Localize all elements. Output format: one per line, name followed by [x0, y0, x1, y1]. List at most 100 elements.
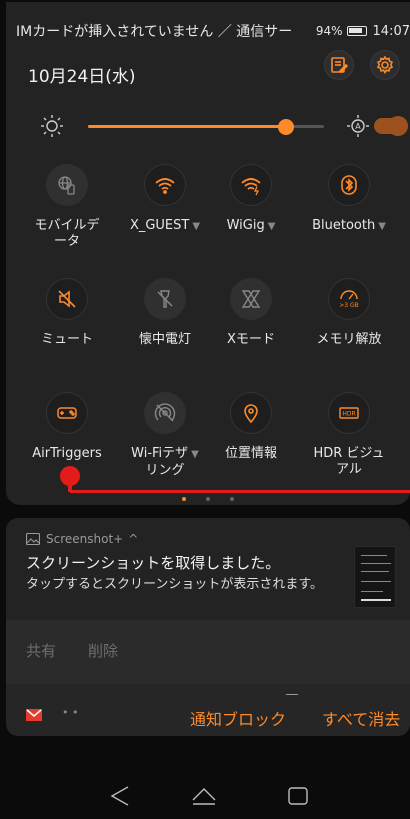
tile-wifi-tethering[interactable]: Wi-Fiテザ ▼ リング — [116, 392, 214, 496]
tile-memory[interactable]: >3 GB メモリ解放 — [300, 278, 398, 382]
thumb-line — [361, 599, 391, 601]
status-time: 14:07 — [372, 23, 410, 39]
page-dot — [206, 497, 210, 501]
date-text: 10月24日(水) — [28, 67, 136, 87]
tile-label: モバイルデ ータ — [18, 218, 116, 250]
expand-icon[interactable]: ^ — [128, 532, 138, 546]
tile-location[interactable]: 位置情報 — [202, 392, 300, 496]
bluetooth-icon — [328, 164, 370, 206]
tile-label-text: X_GUEST — [129, 218, 190, 233]
tile-mute[interactable]: ミュート — [18, 278, 116, 382]
tile-label: AirTriggers — [32, 446, 102, 461]
tile-mobile-data[interactable]: モバイルデ ータ — [18, 164, 116, 268]
brightness-slider[interactable] — [88, 119, 324, 135]
annotation-line — [70, 490, 410, 493]
drag-handle[interactable] — [286, 694, 298, 695]
tile-label-line1: Wi-Fiテザ — [131, 446, 189, 461]
notification-app-header: Screenshot+ ^ — [26, 532, 138, 546]
page-indicator — [6, 486, 410, 505]
brightness-row: A — [26, 110, 408, 142]
caret-down-icon[interactable]: ▼ — [191, 449, 199, 460]
flashlight-icon — [144, 278, 186, 320]
wigig-icon — [230, 164, 272, 206]
tile-label: 懐中電灯 — [138, 332, 191, 347]
thumb-line — [361, 591, 383, 592]
x-mode-icon — [230, 278, 272, 320]
status-bar: IMカードが挿入されていません ／ 通信サー 94% 14:07 — [16, 20, 410, 42]
caret-down-icon[interactable]: ▼ — [268, 221, 276, 232]
auto-brightness-toggle[interactable] — [374, 116, 408, 136]
notification-app-name: Screenshot+ — [46, 532, 124, 546]
tile-label-line2: アル — [336, 462, 362, 477]
tile-label-text: Bluetooth — [312, 218, 376, 233]
notification-body: タップするとスクリーンショットが表示されます。 — [26, 577, 324, 592]
notification-title: スクリーンショットを取得しました。 — [26, 554, 281, 572]
recents-icon[interactable] — [284, 782, 312, 810]
memory-badge: >3 GB — [339, 302, 359, 309]
tile-label: ミュート — [40, 332, 93, 347]
block-notifications-button[interactable]: 通知ブロック — [190, 706, 286, 730]
screen: IMカードが挿入されていません ／ 通信サー 94% 14:07 10月24日(… — [0, 0, 410, 819]
page-dot — [230, 497, 234, 501]
tile-label-text: WiGig — [226, 218, 265, 233]
tile-bluetooth[interactable]: Bluetooth ▼ — [300, 164, 398, 268]
edit-icon[interactable] — [324, 50, 354, 80]
notification-footer: • • 通知ブロック すべて消去 — [6, 684, 410, 736]
wifi-icon — [144, 164, 186, 206]
mute-icon — [46, 278, 88, 320]
tile-wigig[interactable]: WiGig ▼ — [202, 164, 300, 268]
more-notifications-icon: • • — [62, 706, 79, 719]
carrier-text: IMカードが挿入されていません ／ 通信サー — [16, 24, 293, 40]
tile-label: Wi-Fiテザ ▼ リング — [116, 446, 214, 479]
tile-label: Xモード — [227, 332, 275, 347]
page-dot-active — [182, 497, 186, 501]
thumb-line — [361, 563, 391, 564]
tile-label: X_GUEST ▼ — [116, 218, 214, 235]
tile-label: HDR ビジュ アル — [300, 446, 398, 478]
share-button[interactable]: 共有 — [26, 640, 56, 661]
tile-label-line2: ータ — [53, 234, 80, 249]
back-icon[interactable] — [106, 782, 134, 810]
tile-label: Bluetooth ▼ — [300, 218, 398, 235]
svg-text:A: A — [355, 122, 361, 131]
annotation-marker — [60, 466, 80, 486]
tile-flashlight[interactable]: 懐中電灯 — [116, 278, 214, 382]
navigation-bar — [0, 760, 410, 819]
caret-down-icon[interactable]: ▼ — [192, 221, 200, 232]
thumb-line — [361, 555, 387, 556]
battery-icon — [346, 26, 367, 36]
image-icon — [26, 533, 40, 545]
auto-brightness-icon: A — [347, 115, 369, 137]
mobile-data-icon — [46, 164, 88, 206]
hdr-badge: HDR — [342, 411, 355, 418]
airtriggers-icon — [46, 392, 88, 434]
brightness-slider-thumb[interactable] — [278, 119, 295, 135]
tethering-icon — [144, 392, 186, 434]
battery-percent: 94% — [315, 24, 343, 38]
memory-icon: >3 GB — [328, 278, 370, 320]
delete-button[interactable]: 削除 — [88, 640, 118, 661]
tile-label-line2: リング — [145, 463, 185, 478]
caret-down-icon[interactable]: ▼ — [378, 221, 386, 232]
brightness-low-icon — [41, 115, 63, 137]
gmail-icon — [26, 709, 42, 721]
location-icon — [230, 392, 272, 434]
thumb-line — [361, 581, 391, 582]
home-icon[interactable] — [190, 782, 218, 810]
tile-label: 位置情報 — [224, 446, 277, 461]
tile-label: WiGig ▼ — [202, 218, 300, 235]
notification-actions: 共有 削除 — [6, 620, 410, 684]
tile-x-mode[interactable]: Xモード — [202, 278, 300, 382]
thumb-line — [361, 571, 389, 572]
clear-all-button[interactable]: すべて消去 — [322, 706, 400, 730]
hdr-icon: HDR — [328, 392, 370, 434]
tile-hdr-visual[interactable]: HDR HDR ビジュ アル — [300, 392, 398, 496]
gear-icon[interactable] — [370, 50, 400, 80]
screenshot-thumbnail[interactable] — [354, 546, 396, 608]
tile-label-line1: モバイルデ — [34, 218, 100, 233]
tile-label-line1: HDR ビジュ — [313, 446, 385, 461]
tile-wifi[interactable]: X_GUEST ▼ — [116, 164, 214, 268]
brightness-slider-fill — [88, 125, 287, 128]
tile-label: メモリ解放 — [316, 332, 382, 347]
quick-settings-panel: IMカードが挿入されていません ／ 通信サー 94% 14:07 10月24日(… — [6, 2, 410, 505]
